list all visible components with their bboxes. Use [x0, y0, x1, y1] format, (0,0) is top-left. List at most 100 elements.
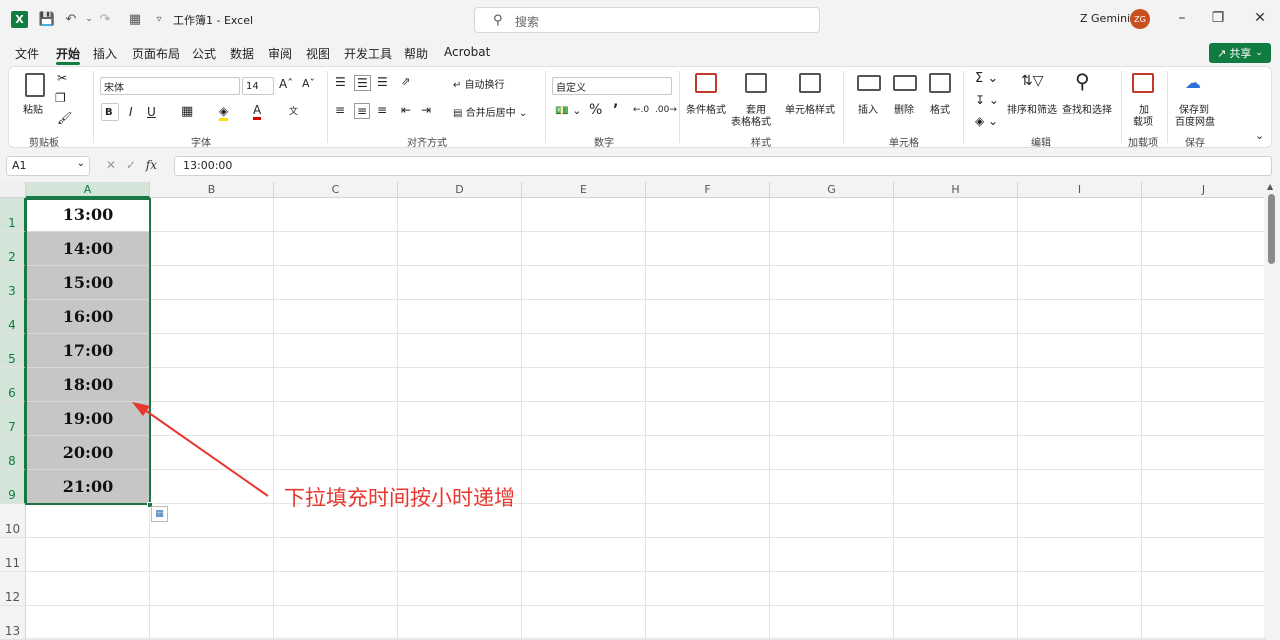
spreadsheet-grid[interactable]: ABCDEFGHIJ 1 2 3 4 5 6 7 8 9 10 11 12 13 13:00 14:00 1… [0, 182, 1266, 640]
row-header-1[interactable]: 1 [0, 198, 26, 232]
underline-button[interactable]: U [147, 105, 156, 119]
cell-i1[interactable] [1018, 198, 1142, 232]
cell-i6[interactable] [1018, 368, 1142, 402]
copy-icon[interactable]: ❐ [55, 91, 66, 105]
cell-f2[interactable] [646, 232, 770, 266]
cell-d1[interactable] [398, 198, 522, 232]
cell-c5[interactable] [274, 334, 398, 368]
scrollbar-thumb[interactable] [1268, 194, 1275, 264]
conditional-formatting-icon[interactable] [695, 73, 717, 93]
autofill-options-button[interactable]: ▦ [151, 506, 168, 522]
cell-i13[interactable] [1018, 606, 1142, 640]
cell-f13[interactable] [646, 606, 770, 640]
cell-e4[interactable] [522, 300, 646, 334]
cell-e5[interactable] [522, 334, 646, 368]
row-header-6[interactable]: 6 [0, 368, 26, 402]
cell-a8[interactable]: 20:00 [26, 436, 150, 470]
cell-b9[interactable] [150, 470, 274, 504]
cell-g4[interactable] [770, 300, 894, 334]
cell-c1[interactable] [274, 198, 398, 232]
decrease-decimal-icon[interactable]: .00→ [655, 105, 677, 115]
cell-j6[interactable] [1142, 368, 1266, 402]
restore-icon[interactable]: ❐ [1208, 10, 1228, 30]
wrap-text-button[interactable]: ↵ 自动换行 [453, 76, 505, 91]
cell-c3[interactable] [274, 266, 398, 300]
cell-b3[interactable] [150, 266, 274, 300]
cell-j5[interactable] [1142, 334, 1266, 368]
cell-h12[interactable] [894, 572, 1018, 606]
sort-filter-label[interactable]: 排序和筛选 [1007, 101, 1057, 116]
cell-i8[interactable] [1018, 436, 1142, 470]
cell-a2[interactable]: 14:00 [26, 232, 150, 266]
search-box[interactable]: ⚲ 搜索 [474, 7, 820, 33]
formula-input[interactable]: 13:00:00 [174, 156, 1272, 176]
cell-f5[interactable] [646, 334, 770, 368]
align-right-icon[interactable]: ≡ [377, 103, 387, 117]
name-box[interactable]: A1 ⌄ [6, 156, 90, 176]
cell-j10[interactable] [1142, 504, 1266, 538]
cell-d4[interactable] [398, 300, 522, 334]
menu-data[interactable]: 数据 [230, 45, 254, 62]
format-as-table-icon[interactable] [745, 73, 767, 93]
cell-g7[interactable] [770, 402, 894, 436]
row-header-13[interactable]: 13 [0, 606, 26, 640]
cell-f11[interactable] [646, 538, 770, 572]
select-all-corner[interactable] [0, 182, 26, 198]
merge-center-button[interactable]: ▤ 合并后居中 ⌄ [453, 104, 527, 119]
menu-insert[interactable]: 插入 [93, 45, 117, 62]
row-header-4[interactable]: 4 [0, 300, 26, 334]
column-header-j[interactable]: J [1142, 182, 1266, 198]
cell-a7[interactable]: 19:00 [26, 402, 150, 436]
cell-a12[interactable] [26, 572, 150, 606]
cell-d13[interactable] [398, 606, 522, 640]
paste-label[interactable]: 粘贴 [23, 101, 43, 116]
cell-f8[interactable] [646, 436, 770, 470]
cell-g5[interactable] [770, 334, 894, 368]
row-header-8[interactable]: 8 [0, 436, 26, 470]
format-cells-label[interactable]: 格式 [930, 101, 950, 116]
column-header-e[interactable]: E [522, 182, 646, 198]
increase-decimal-icon[interactable]: ←.0 [633, 105, 649, 115]
find-select-label[interactable]: 查找和选择 [1062, 101, 1112, 116]
increase-font-icon[interactable]: Aˆ [279, 77, 293, 91]
redo-icon[interactable]: ↷ [96, 10, 114, 28]
column-header-g[interactable]: G [770, 182, 894, 198]
comma-icon[interactable]: ’ [613, 102, 618, 118]
cell-g2[interactable] [770, 232, 894, 266]
number-format-select[interactable]: 自定义 [552, 77, 672, 95]
save-cloud-label-2[interactable]: 百度网盘 [1175, 113, 1215, 128]
cell-styles-label[interactable]: 单元格样式 [785, 101, 835, 116]
cell-h1[interactable] [894, 198, 1018, 232]
cancel-icon[interactable]: ✕ [106, 158, 116, 172]
cell-b1[interactable] [150, 198, 274, 232]
cell-b12[interactable] [150, 572, 274, 606]
cell-c13[interactable] [274, 606, 398, 640]
form-icon[interactable]: ▦ [126, 10, 144, 28]
cell-c4[interactable] [274, 300, 398, 334]
cell-h9[interactable] [894, 470, 1018, 504]
cell-j13[interactable] [1142, 606, 1266, 640]
cell-a4[interactable]: 16:00 [26, 300, 150, 334]
cell-e6[interactable] [522, 368, 646, 402]
cell-h11[interactable] [894, 538, 1018, 572]
row-header-2[interactable]: 2 [0, 232, 26, 266]
borders-icon[interactable]: ▦ [181, 104, 193, 119]
cell-c11[interactable] [274, 538, 398, 572]
bold-button[interactable]: B [101, 103, 119, 121]
cell-g8[interactable] [770, 436, 894, 470]
cell-d11[interactable] [398, 538, 522, 572]
cell-g11[interactable] [770, 538, 894, 572]
cell-c6[interactable] [274, 368, 398, 402]
cell-g13[interactable] [770, 606, 894, 640]
cell-h13[interactable] [894, 606, 1018, 640]
cell-e11[interactable] [522, 538, 646, 572]
phonetic-icon[interactable]: 文 [289, 104, 298, 117]
row-header-9[interactable]: 9 [0, 470, 26, 504]
cell-h10[interactable] [894, 504, 1018, 538]
cell-d12[interactable] [398, 572, 522, 606]
cell-c2[interactable] [274, 232, 398, 266]
delete-cells-icon[interactable] [893, 75, 917, 91]
cell-f12[interactable] [646, 572, 770, 606]
cell-e12[interactable] [522, 572, 646, 606]
paste-icon[interactable] [25, 73, 45, 97]
